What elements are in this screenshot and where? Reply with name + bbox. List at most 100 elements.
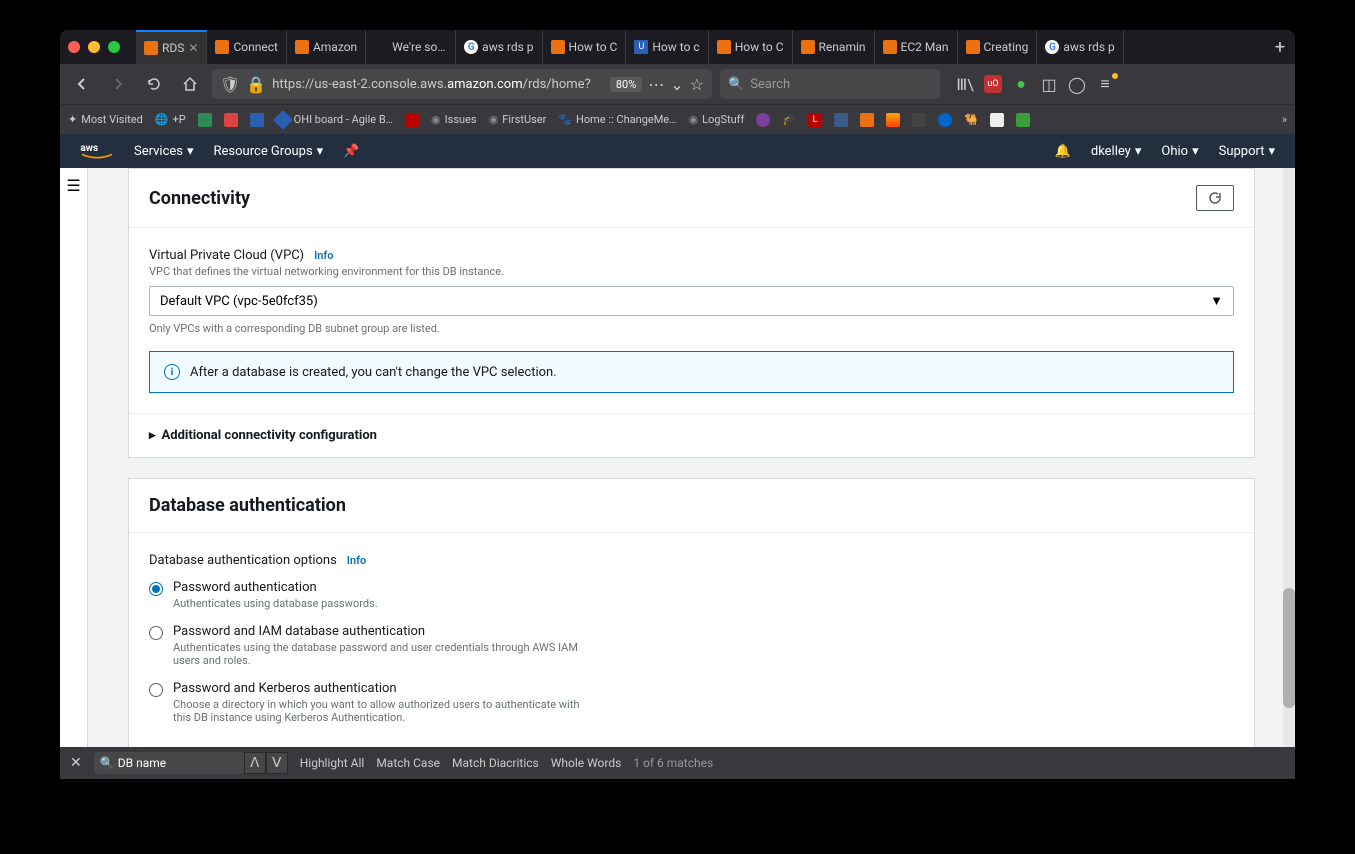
browser-tab[interactable]: EC2 Man (875, 30, 958, 64)
chevron-down-icon: ▾ (1268, 144, 1275, 159)
support-menu[interactable]: Support ▾ (1219, 144, 1275, 159)
additional-connectivity-toggle[interactable]: ▸ Additional connectivity configuration (129, 413, 1254, 457)
pocket-icon[interactable]: ⌄ (670, 75, 683, 94)
caret-right-icon: ▸ (149, 428, 156, 443)
bookmarks-overflow[interactable]: » (1282, 113, 1287, 126)
region-menu[interactable]: Ohio ▾ (1161, 144, 1198, 159)
services-menu[interactable]: Services ▾ (134, 144, 194, 159)
auth-opt2-desc: Authenticates using the database passwor… (173, 641, 593, 667)
bookmark-ohi-board[interactable]: OHI board - Agile B… (276, 113, 393, 127)
auth-option-password[interactable]: Password authentication Authenticates us… (149, 580, 1234, 610)
browser-tab[interactable]: UHow to c (626, 30, 708, 64)
bookmark-star-icon[interactable]: ☆ (690, 75, 704, 94)
info-icon: i (164, 364, 180, 380)
info-link[interactable]: Info (314, 249, 333, 262)
library-icon[interactable]: Ⅲ\ (956, 75, 974, 93)
whole-words-toggle[interactable]: Whole Words (551, 756, 622, 770)
bookmark-item[interactable] (250, 113, 264, 127)
github-icon: ◉ (689, 113, 699, 126)
scrollbar-track[interactable] (1283, 168, 1295, 753)
radio-password[interactable] (149, 582, 163, 596)
browser-tab[interactable]: Gaws rds p (456, 30, 542, 64)
circle-icon (938, 113, 952, 127)
bookmark-logstuff[interactable]: ◉LogStuff (689, 113, 745, 126)
bookmark-plus-p[interactable]: 🌐+P (155, 113, 186, 126)
bookmark-item[interactable]: L (808, 113, 822, 127)
find-next-button[interactable]: ᐯ (266, 752, 288, 774)
back-button[interactable] (68, 70, 96, 98)
scrollbar-thumb[interactable] (1283, 588, 1295, 708)
bookmark-home-changeme[interactable]: 🐾Home :: ChangeMe… (558, 113, 676, 126)
notifications-icon[interactable]: 🔔 (1055, 144, 1071, 159)
vpc-label: Virtual Private Cloud (VPC) (149, 248, 304, 263)
bookmark-item[interactable] (912, 113, 926, 127)
bookmark-item[interactable]: 🎓 (782, 113, 796, 126)
bookmark-item[interactable] (938, 113, 952, 127)
findbar-close[interactable]: ✕ (70, 755, 82, 771)
bookmark-item[interactable] (886, 113, 900, 127)
vpc-select[interactable]: Default VPC (vpc-5e0fcf35) ▼ (149, 286, 1234, 316)
auth-opt1-desc: Authenticates using database passwords. (173, 597, 378, 610)
bookmark-item[interactable] (224, 113, 238, 127)
radio-iam[interactable] (149, 626, 163, 640)
match-diacritics-toggle[interactable]: Match Diacritics (452, 756, 539, 770)
browser-tab[interactable]: Renamin (793, 30, 875, 64)
tab-close-icon[interactable]: ✕ (188, 41, 198, 55)
window-close-button[interactable] (68, 41, 80, 53)
find-input[interactable] (94, 752, 244, 774)
user-menu[interactable]: dkelley ▾ (1091, 144, 1142, 159)
browser-tab[interactable]: Gaws rds p (1037, 30, 1123, 64)
auth-option-iam[interactable]: Password and IAM database authentication… (149, 624, 1234, 667)
bookmark-item[interactable] (756, 113, 770, 127)
window-minimize-button[interactable] (88, 41, 100, 53)
bookmark-issues[interactable]: ◉Issues (431, 113, 477, 126)
browser-tab[interactable]: RDS✕ (136, 30, 207, 64)
browser-tab[interactable]: How to C (543, 30, 627, 64)
sidebar-toggle[interactable]: ☰ (60, 168, 88, 753)
favicon-icon: U (634, 40, 648, 54)
window-maximize-button[interactable] (108, 41, 120, 53)
find-prev-button[interactable]: ᐱ (244, 752, 266, 774)
auth-option-kerberos[interactable]: Password and Kerberos authentication Cho… (149, 681, 1234, 724)
bookmark-item[interactable] (860, 113, 874, 127)
bookmark-firstuser[interactable]: ◉FirstUser (489, 113, 547, 126)
browser-tab[interactable]: Connect (207, 30, 286, 64)
home-button[interactable] (176, 70, 204, 98)
bookmark-item[interactable] (990, 113, 1004, 127)
bookmark-item[interactable] (405, 113, 419, 127)
menu-icon[interactable]: ≡ (1096, 75, 1114, 93)
resource-groups-menu[interactable]: Resource Groups ▾ (214, 144, 324, 159)
search-bar[interactable]: 🔍 Search (720, 69, 940, 99)
pin-icon[interactable]: 📌 (343, 144, 359, 159)
extension-icon[interactable]: ● (1012, 75, 1030, 93)
zoom-level[interactable]: 80% (610, 77, 642, 92)
aws-logo[interactable]: aws (80, 141, 114, 161)
ublock-icon[interactable]: uO (984, 75, 1002, 93)
additional-connectivity-label: Additional connectivity configuration (162, 428, 377, 443)
bookmark-item[interactable] (198, 113, 212, 127)
bookmark-item[interactable] (1016, 113, 1030, 127)
refresh-button[interactable] (1196, 185, 1234, 211)
folder-icon (1016, 113, 1030, 127)
match-case-toggle[interactable]: Match Case (376, 756, 440, 770)
highlight-all-toggle[interactable]: Highlight All (300, 756, 365, 770)
account-icon[interactable]: ◯ (1068, 75, 1086, 93)
forward-button[interactable] (104, 70, 132, 98)
sidebar-icon[interactable]: ◫ (1040, 75, 1058, 93)
bookmark-item[interactable]: 🐫 (964, 113, 978, 126)
url-bar[interactable]: 🛡 🔒 https://us-east-2.console.aws.amazon… (212, 69, 712, 99)
info-link[interactable]: Info (347, 554, 366, 567)
browser-tab[interactable]: We're sorry, (366, 30, 456, 64)
folder-icon (990, 113, 1004, 127)
bookmark-most-visited[interactable]: ✦Most Visited (68, 113, 143, 126)
reload-button[interactable] (140, 70, 168, 98)
browser-tab[interactable]: How to C (709, 30, 793, 64)
more-icon[interactable]: ⋯ (648, 75, 664, 94)
radio-kerberos[interactable] (149, 683, 163, 697)
aws-favicon-icon (717, 40, 731, 54)
vpc-info-banner: i After a database is created, you can't… (149, 351, 1234, 393)
browser-tab[interactable]: Amazon (287, 30, 366, 64)
new-tab-button[interactable]: + (1265, 37, 1295, 58)
browser-tab[interactable]: Creating (958, 30, 1038, 64)
bookmark-item[interactable] (834, 113, 848, 127)
